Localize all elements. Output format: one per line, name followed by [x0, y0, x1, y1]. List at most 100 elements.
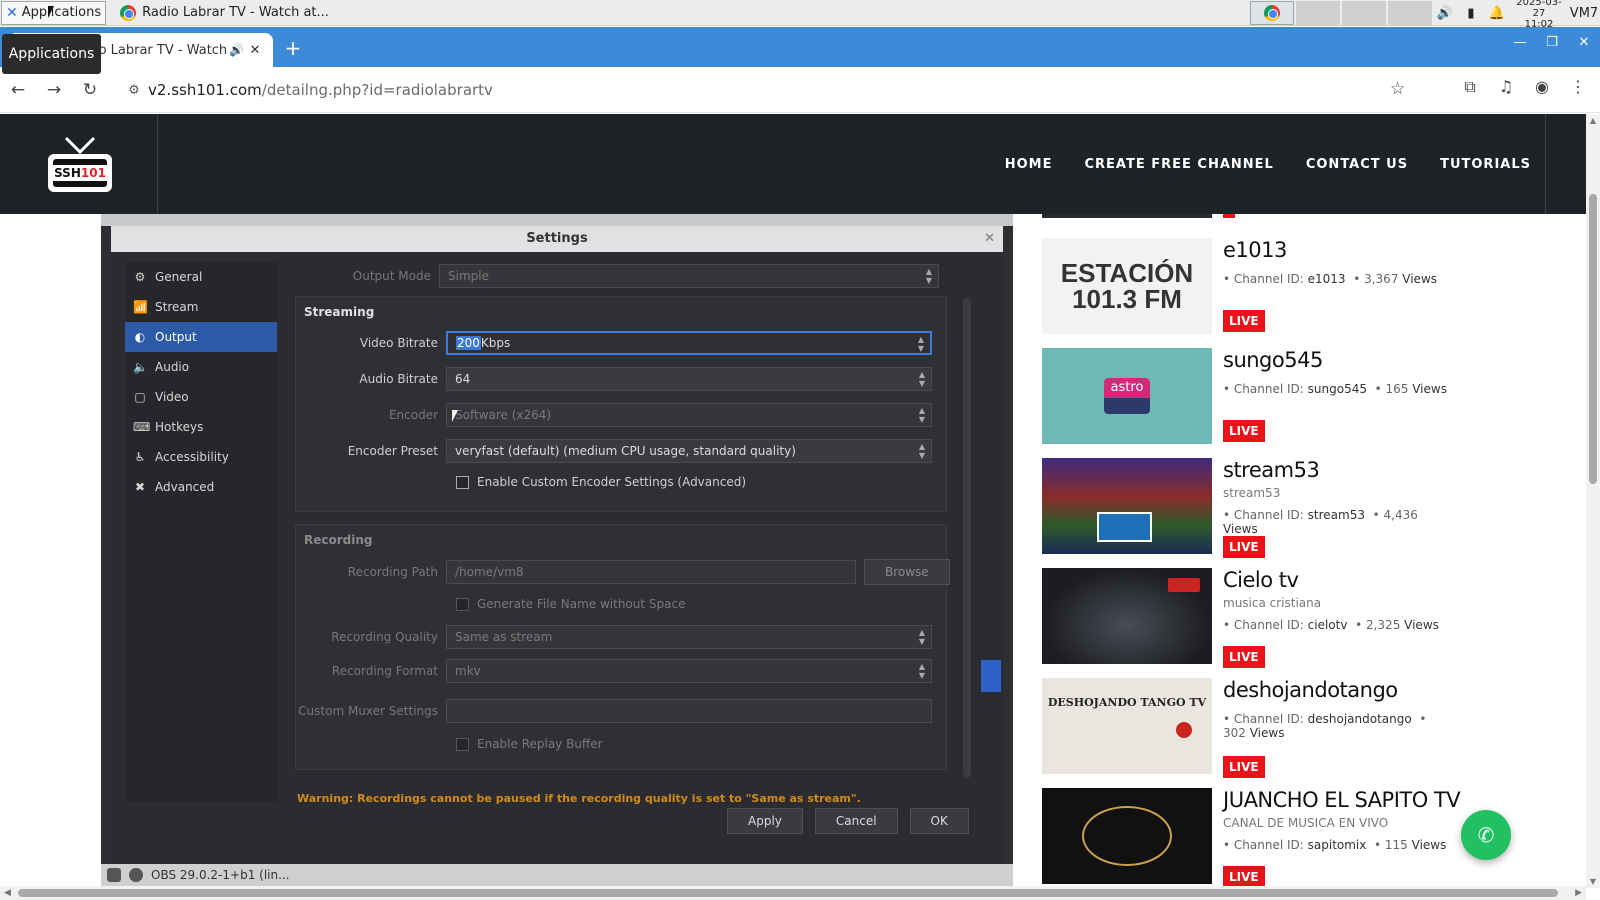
live-badge: [1223, 214, 1235, 218]
video-bitrate-label: Video Bitrate: [359, 336, 438, 350]
obs-side-accessibility: ♿ Accessibility: [125, 442, 277, 472]
extensions-icon[interactable]: ⧉: [1456, 77, 1484, 97]
channel-views: 115: [1384, 838, 1408, 852]
obs-side-label: Video: [155, 390, 189, 404]
custom-encoder-checkbox: Enable Custom Encoder Settings (Advanced…: [456, 475, 746, 489]
channel-views-label: Views: [1402, 272, 1438, 286]
taskbar-window-button[interactable]: Radio Labrar TV - Watch at...: [114, 1, 335, 25]
profile-icon[interactable]: ◉: [1528, 77, 1556, 97]
browse-button: Browse: [864, 559, 950, 585]
obs-side-advanced: ✖ Advanced: [125, 472, 277, 502]
applications-tooltip: Applications: [2, 34, 101, 74]
audio-bitrate-row: Audio Bitrate 64 ▲ ▼: [296, 367, 932, 391]
new-tab-button[interactable]: +: [282, 37, 304, 59]
channel-thumbnail[interactable]: [1042, 458, 1212, 554]
channel-name[interactable]: deshojandotango: [1223, 678, 1398, 702]
obs-dialog-buttons: Apply Cancel OK: [727, 808, 969, 834]
obs-settings-sidebar: ⚙ General 📶 Stream ◐ Output 🔈 Audio ▢ Video ⌨…: [125, 262, 277, 802]
workspace-2[interactable]: [1296, 1, 1340, 25]
recording-format-label: Recording Format: [331, 664, 438, 678]
channel-name[interactable]: JUANCHO EL SAPITO TV: [1223, 788, 1461, 812]
list-item[interactable]: DESHOJANDO TANGO TV deshojandotango • Ch…: [1042, 678, 1542, 778]
logo-screen: SSH101: [52, 159, 108, 187]
reload-icon[interactable]: ↻: [72, 80, 108, 100]
custom-muxer-row: Custom Muxer Settings: [296, 699, 932, 723]
speaker-icon: 🔈: [133, 360, 148, 374]
channel-thumbnail[interactable]: [1042, 788, 1212, 884]
logo-link[interactable]: SSH101: [0, 114, 158, 214]
site-info-icon[interactable]: ⚙: [120, 83, 148, 98]
scrollbar-thumb[interactable]: [18, 889, 1558, 897]
channel-thumbnail[interactable]: [1042, 568, 1212, 664]
channel-name[interactable]: sungo545: [1223, 348, 1323, 372]
mouse-cursor-icon: [452, 410, 458, 422]
os-taskbar: ✕ Applications Radio Labrar TV - Watch a…: [0, 0, 1600, 30]
stream-video-player[interactable]: Settings ✕ ⚙ General 📶 Stream ◐ Output 🔈 Aud…: [101, 214, 1013, 886]
list-item[interactable]: astro sungo545 • Channel ID: sungo545 • …: [1042, 348, 1542, 448]
scroll-right-icon[interactable]: ▶: [1575, 886, 1582, 900]
channel-name[interactable]: e1013: [1223, 238, 1287, 262]
channel-meta: • Channel ID: deshojandotango • 302 View…: [1223, 712, 1427, 740]
minimize-icon[interactable]: —: [1504, 35, 1536, 50]
nav-contact-us[interactable]: CONTACT US: [1306, 157, 1408, 172]
channel-name[interactable]: stream53: [1223, 458, 1320, 482]
nav-tutorials[interactable]: TUTORIALS: [1440, 157, 1531, 172]
whatsapp-chat-button[interactable]: ✆: [1461, 810, 1511, 860]
channel-thumbnail[interactable]: ESTACIÓN 101.3 FM: [1042, 238, 1212, 334]
recording-quality-value: Same as stream: [455, 630, 553, 644]
page-scrollbar-horizontal[interactable]: ◀ ▶: [0, 886, 1586, 900]
video-bitrate-input: 200 Kbps ▲ ▼: [446, 331, 932, 355]
scrollbar-thumb[interactable]: [1589, 194, 1597, 484]
channel-thumbnail[interactable]: astro: [1042, 348, 1212, 444]
notification-bell-icon[interactable]: 🔔: [1484, 6, 1510, 21]
scroll-left-icon[interactable]: ◀: [4, 886, 11, 900]
output-mode-value: Simple: [448, 269, 489, 283]
nav-home[interactable]: HOME: [1005, 157, 1053, 172]
channel-name[interactable]: Cielo tv: [1223, 568, 1299, 592]
page-scrollbar-vertical[interactable]: ▲ ▼: [1586, 114, 1600, 888]
spinner-icon: ▲ ▼: [918, 370, 925, 388]
obs-side-label: Accessibility: [155, 450, 229, 464]
channel-thumbnail[interactable]: DESHOJANDO TANGO TV: [1042, 678, 1212, 774]
clock[interactable]: 2025-03-27 11:02: [1510, 0, 1568, 30]
recording-path-value: /home/vm8: [455, 565, 524, 579]
obs-side-audio: 🔈 Audio: [125, 352, 277, 382]
back-icon[interactable]: ←: [0, 80, 36, 100]
list-item[interactable]: ESTACIÓN 101.3 FM e1013 • Channel ID: e1…: [1042, 238, 1542, 338]
url-host: v2.ssh101.com: [148, 81, 262, 99]
nav-create-free-channel[interactable]: CREATE FREE CHANNEL: [1085, 157, 1274, 172]
scroll-up-icon[interactable]: ▲: [1586, 116, 1600, 125]
spinner-icon: ▲ ▼: [918, 442, 925, 460]
list-item[interactable]: Cielo tv musica cristiana • Channel ID: …: [1042, 568, 1542, 668]
bookmark-star-icon[interactable]: ☆: [1390, 79, 1405, 99]
tab-audio-icon[interactable]: 🔊: [229, 43, 247, 57]
forward-icon[interactable]: →: [36, 80, 72, 100]
close-window-icon[interactable]: ✕: [1568, 35, 1600, 50]
workspace-3[interactable]: [1342, 1, 1386, 25]
media-controls-icon[interactable]: ♫: [1492, 77, 1520, 97]
menu-kebab-icon[interactable]: ⋮: [1564, 77, 1592, 97]
restore-icon[interactable]: ❐: [1536, 35, 1568, 50]
channel-thumbnail[interactable]: [1042, 214, 1212, 218]
live-badge: LIVE: [1223, 756, 1265, 778]
obs-side-hotkeys: ⌨ Hotkeys: [125, 412, 277, 442]
obs-dialog-title-text: Settings: [526, 231, 588, 246]
obs-ok-button: OK: [909, 808, 969, 834]
battery-icon[interactable]: ▮: [1458, 6, 1484, 21]
channel-views: 4,436: [1383, 508, 1418, 522]
scroll-down-icon[interactable]: ▼: [1586, 877, 1600, 886]
list-item[interactable]: stream53 stream53 • Channel ID: stream53…: [1042, 458, 1542, 558]
encoder-select: Software (x264) ▲ ▼: [446, 403, 932, 427]
main-nav: HOME CREATE FREE CHANNEL CONTACT US TUTO…: [1005, 114, 1546, 214]
tools-icon: ✖: [134, 480, 146, 494]
url-bar[interactable]: ⚙ v2.ssh101.com/detailng.php?id=radiolab…: [120, 74, 1420, 106]
workspace-1[interactable]: [1250, 1, 1294, 25]
list-item[interactable]: [1042, 214, 1542, 218]
site-logo: SSH101: [48, 154, 112, 192]
volume-icon[interactable]: 🔊: [1432, 6, 1458, 21]
custom-muxer-input: [446, 699, 932, 723]
channel-meta: • Channel ID: stream53 • 4,436 Views: [1223, 508, 1418, 536]
channel-id: stream53: [1307, 508, 1365, 522]
tab-close-icon[interactable]: ✕: [247, 43, 263, 58]
workspace-4[interactable]: [1388, 1, 1432, 25]
